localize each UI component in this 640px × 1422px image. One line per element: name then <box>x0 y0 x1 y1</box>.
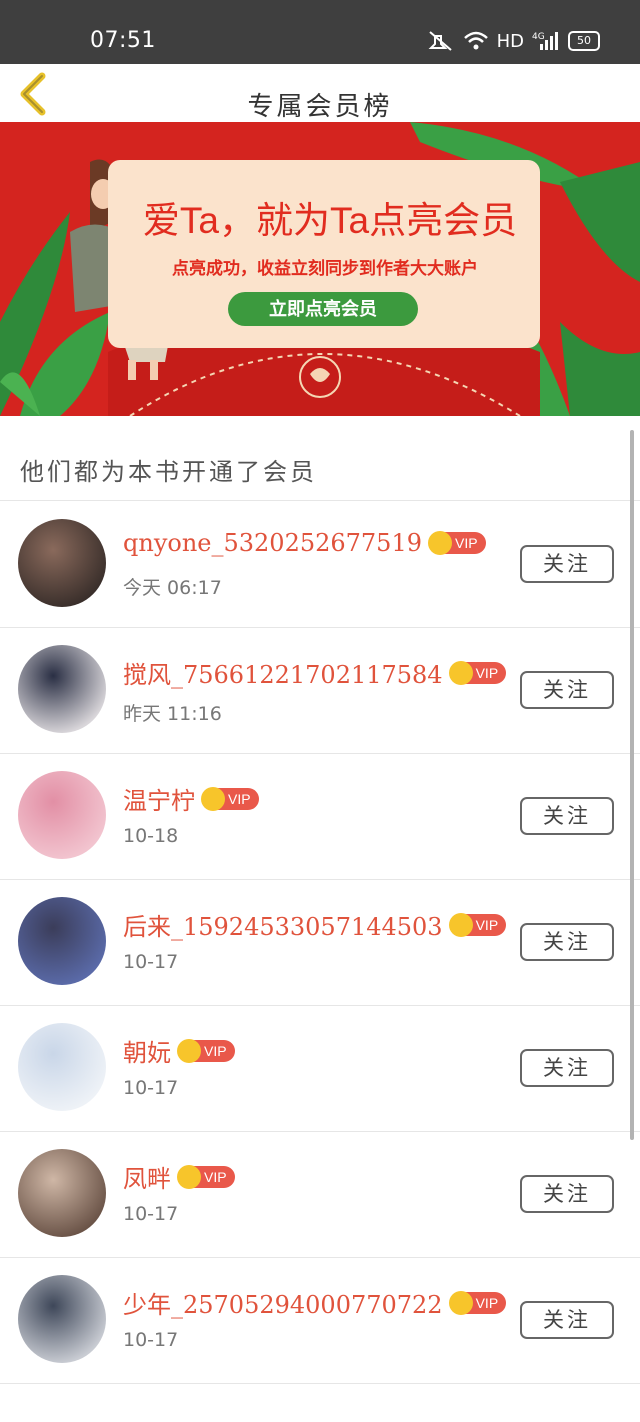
member-name-line: 搅风_75661221702117584 VIP <box>123 655 507 690</box>
member-name-line: 少年_25705294000770722 VIP <box>123 1285 507 1320</box>
avatar[interactable] <box>18 771 106 859</box>
crown-icon <box>201 786 225 811</box>
member-row[interactable]: 后来_15924533057144503 VIP 10-17 关注 <box>0 879 640 1005</box>
member-time: 今天 06:17 <box>123 577 222 599</box>
member-name[interactable]: 朝妧 <box>123 1033 171 1068</box>
follow-button[interactable]: 关注 <box>520 1301 614 1339</box>
member-time: 10-17 <box>123 1203 179 1225</box>
follow-button[interactable]: 关注 <box>520 1049 614 1087</box>
member-name[interactable]: 后来_15924533057144503 <box>123 907 443 942</box>
wifi-icon <box>463 31 488 50</box>
scrollbar[interactable] <box>630 430 634 1140</box>
follow-button[interactable]: 关注 <box>520 797 614 835</box>
member-time: 昨天 11:16 <box>123 703 222 725</box>
member-row[interactable]: 凤畔 VIP 10-17 关注 <box>0 1131 640 1257</box>
vip-label: VIP <box>475 664 499 681</box>
member-name-line: 朝妧 VIP <box>123 1033 235 1068</box>
activate-vip-button[interactable]: 立即点亮会员 <box>228 292 418 326</box>
crown-icon <box>177 1164 201 1189</box>
banner-headline: 爱Ta，就为Ta点亮会员 <box>142 200 518 241</box>
mute-icon <box>428 31 452 51</box>
divider <box>0 1383 640 1384</box>
network-hd-label: HD <box>496 30 524 52</box>
status-time: 07:51 <box>90 28 156 53</box>
title-bar: 专属会员榜 <box>0 64 640 122</box>
member-row[interactable]: 朝妧 VIP 10-17 关注 <box>0 1005 640 1131</box>
member-name[interactable]: 温宁柠 <box>123 781 195 816</box>
avatar[interactable] <box>18 645 106 733</box>
member-name[interactable]: 搅风_75661221702117584 <box>123 655 443 690</box>
member-name[interactable]: qnyone_5320252677519 <box>123 529 422 557</box>
crown-icon <box>448 912 473 937</box>
member-name-line: 凤畔 VIP <box>123 1159 235 1194</box>
vip-badge: VIP <box>177 1038 235 1063</box>
vip-label: VIP <box>455 535 478 551</box>
crown-icon <box>448 1290 473 1315</box>
member-row[interactable]: 温宁柠 VIP 10-18 关注 <box>0 753 640 879</box>
follow-button[interactable]: 关注 <box>520 671 614 709</box>
signal-icon: 4G <box>532 32 558 50</box>
vip-badge: VIP <box>428 531 486 555</box>
avatar[interactable] <box>18 1023 106 1111</box>
member-time: 10-18 <box>123 825 179 847</box>
banner-subtitle: 点亮成功，收益立刻同步到作者大大账户 <box>172 259 478 278</box>
vip-badge: VIP <box>448 660 507 685</box>
member-name[interactable]: 凤畔 <box>123 1159 171 1194</box>
vip-badge: VIP <box>448 912 507 937</box>
crown-icon <box>448 660 473 685</box>
avatar[interactable] <box>18 1275 106 1363</box>
member-name-line: 温宁柠 VIP <box>123 781 259 816</box>
vip-label: VIP <box>475 916 499 933</box>
member-time: 10-17 <box>123 951 179 973</box>
battery-icon: 50 <box>568 31 600 51</box>
member-time: 10-17 <box>123 1329 179 1351</box>
section-heading: 他们都为本书开通了会员 <box>20 458 317 486</box>
member-row[interactable]: qnyone_5320252677519 VIP 今天 06:17 关注 <box>0 501 640 627</box>
svg-text:4G: 4G <box>532 32 545 42</box>
member-row[interactable]: 搅风_75661221702117584 VIP 昨天 11:16 关注 <box>0 627 640 753</box>
page-title: 专属会员榜 <box>247 92 393 122</box>
status-icons: HD 4G 50 <box>427 30 600 52</box>
vip-badge: VIP <box>448 1290 507 1315</box>
avatar[interactable] <box>18 519 106 607</box>
vip-badge: VIP <box>177 1164 235 1189</box>
member-name-line: qnyone_5320252677519 VIP <box>123 529 486 557</box>
vip-label: VIP <box>228 790 251 807</box>
follow-button[interactable]: 关注 <box>520 1175 614 1213</box>
crown-icon <box>428 531 452 555</box>
crown-icon <box>177 1038 201 1063</box>
avatar[interactable] <box>18 897 106 985</box>
vip-label: VIP <box>475 1294 499 1311</box>
member-row[interactable]: 少年_25705294000770722 VIP 10-17 关注 <box>0 1257 640 1383</box>
follow-button[interactable]: 关注 <box>520 545 614 583</box>
follow-button[interactable]: 关注 <box>520 923 614 961</box>
vip-label: VIP <box>204 1042 227 1059</box>
status-bar: 07:51 HD 4G 50 <box>0 0 640 64</box>
vip-label: VIP <box>204 1168 227 1185</box>
member-name-line: 后来_15924533057144503 VIP <box>123 907 507 942</box>
vip-promo-banner[interactable]: 爱Ta，就为Ta点亮会员 点亮成功，收益立刻同步到作者大大账户 立即点亮会员 <box>0 122 640 416</box>
member-name[interactable]: 少年_25705294000770722 <box>123 1285 443 1320</box>
vip-badge: VIP <box>201 786 259 811</box>
member-time: 10-17 <box>123 1077 179 1099</box>
avatar[interactable] <box>18 1149 106 1237</box>
